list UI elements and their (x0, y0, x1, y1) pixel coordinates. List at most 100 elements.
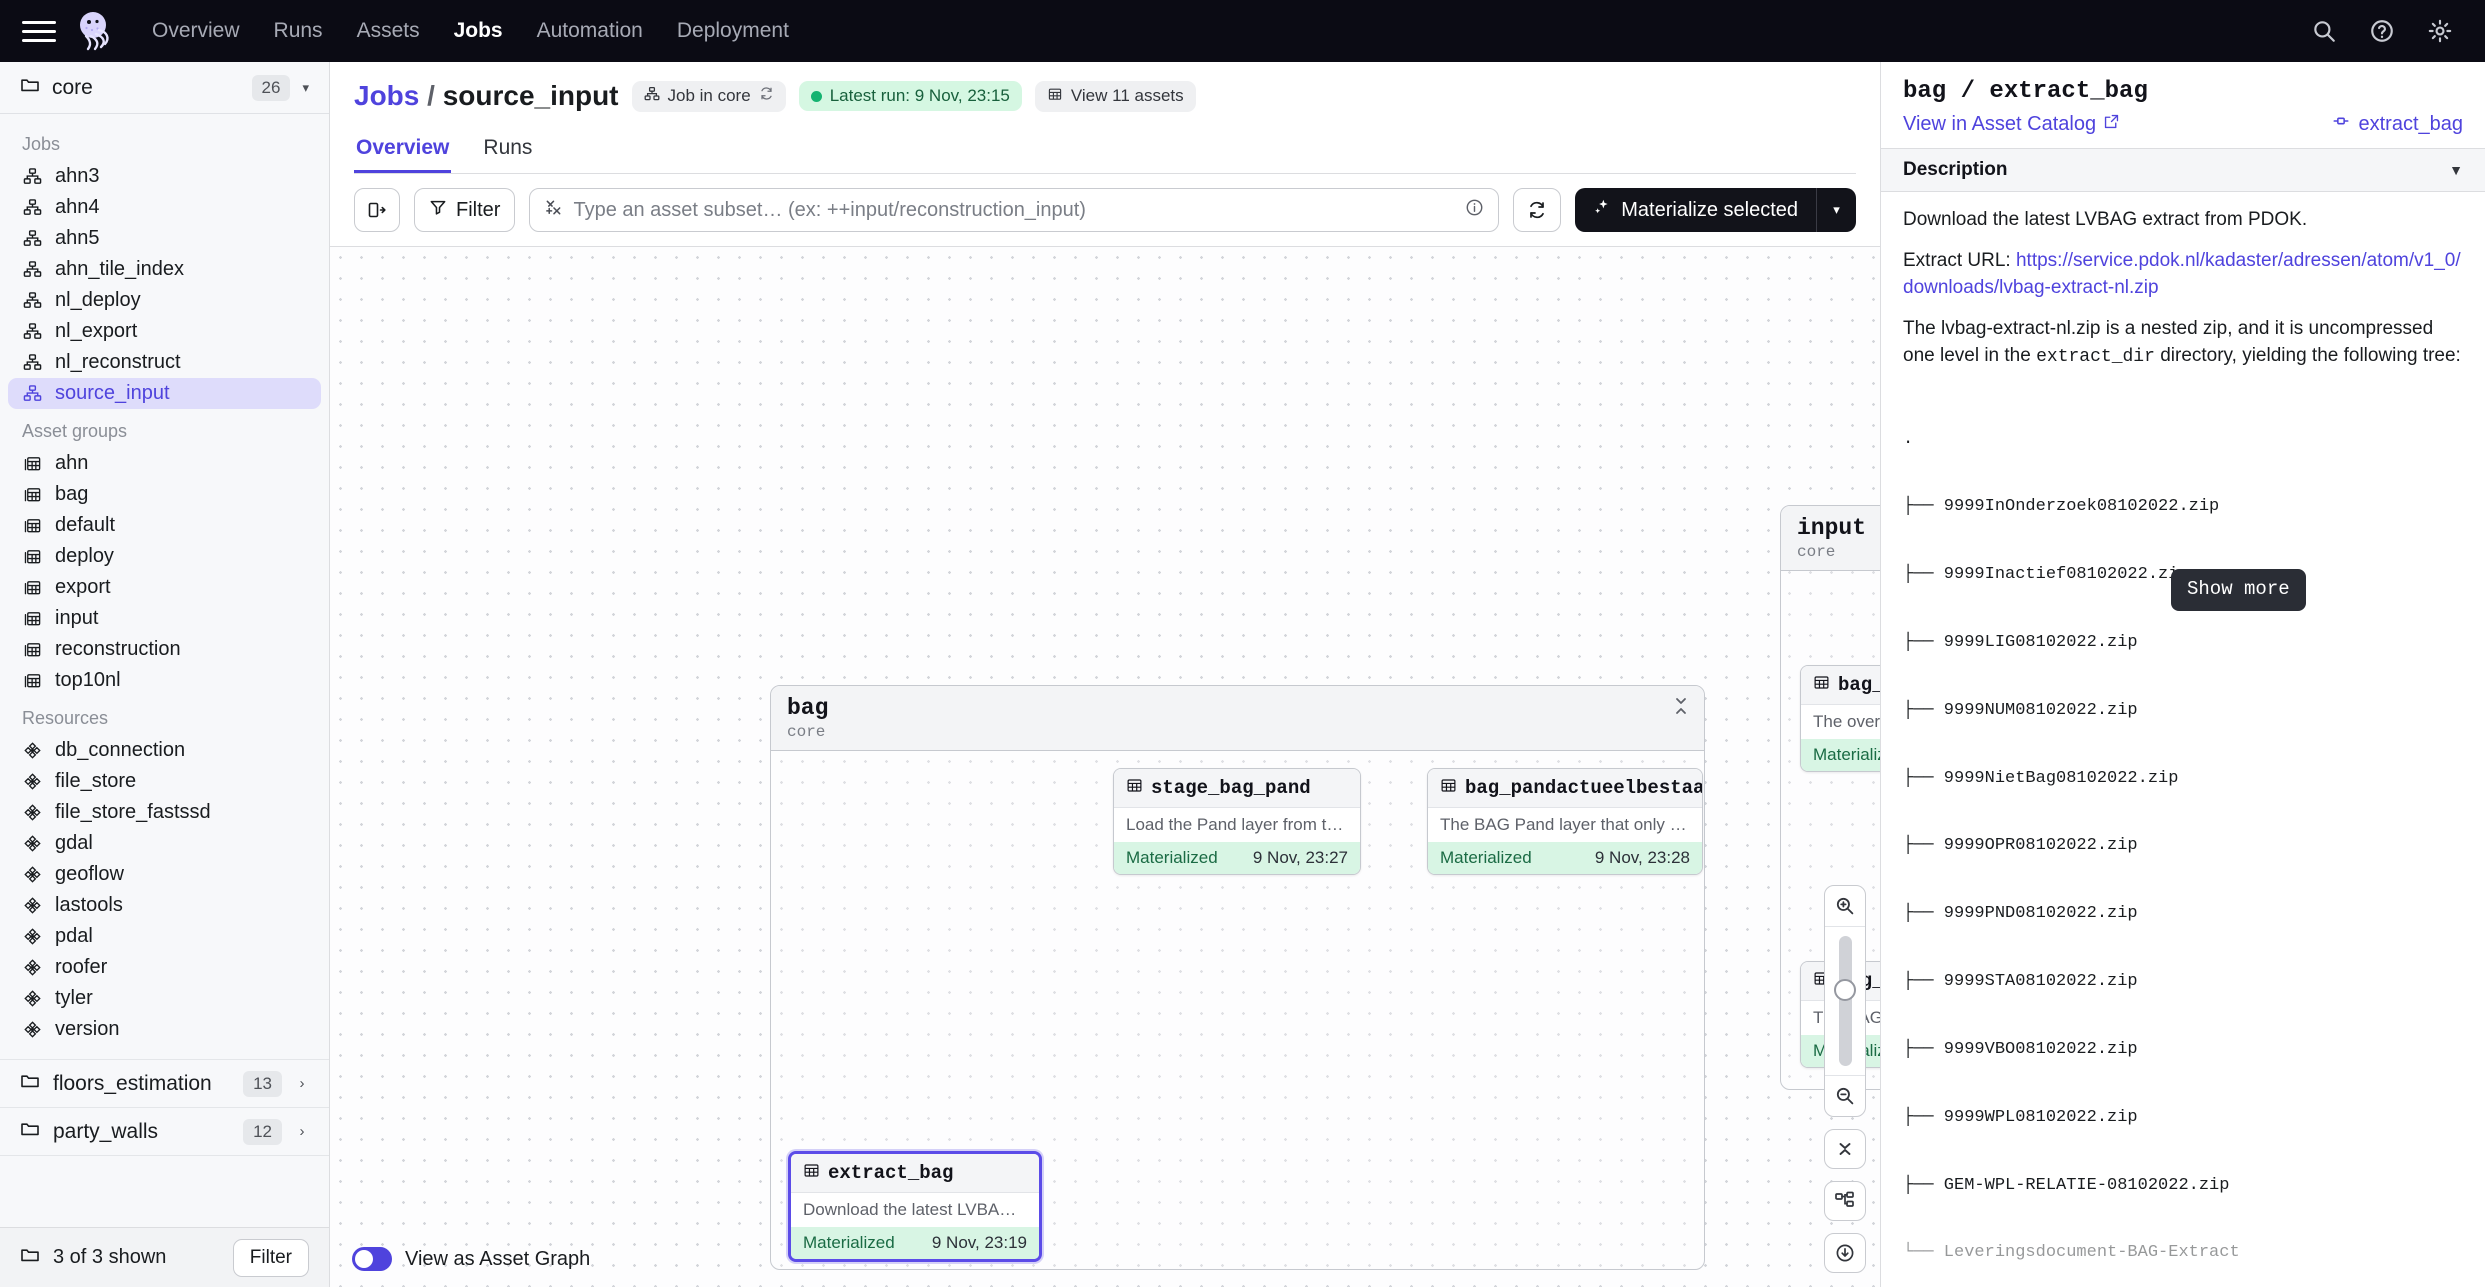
materialize-dropdown-caret[interactable]: ▾ (1816, 188, 1856, 232)
zoom-slider-knob[interactable] (1834, 979, 1856, 1001)
asset-group-header[interactable]: input core (1781, 506, 1880, 571)
description-tree: . ├── 9999InOnderzoek08102022.zip ├── 99… (1903, 383, 2463, 1287)
extract-url-link[interactable]: https://service.pdok.nl/kadaster/adresse… (1903, 250, 2461, 299)
asset-subset-search[interactable] (529, 188, 1500, 232)
sidebar-item-deploy[interactable]: deploy (0, 541, 329, 572)
collapse-icon[interactable] (1674, 695, 1688, 720)
tree-line: ├── 9999WPL08102022.zip (1903, 1107, 2138, 1127)
resource-icon (22, 803, 42, 823)
job-icon (22, 198, 42, 218)
search-input[interactable] (573, 198, 1456, 222)
sidebar-item-label: export (55, 576, 111, 598)
breadcrumb-jobs-link[interactable]: Jobs (354, 80, 419, 111)
sidebar-item-file-store-fastssd[interactable]: file_store_fastssd (0, 797, 329, 828)
download-icon[interactable] (1824, 1233, 1866, 1273)
view-toggle-label: View as Asset Graph (405, 1247, 591, 1270)
asset-node-stage-bag-pand[interactable]: stage_bag_pand Load the Pand layer from … (1113, 768, 1361, 875)
asset-group-icon (22, 671, 42, 691)
sidebar-item-pdal[interactable]: pdal (0, 921, 329, 952)
asset-graph-canvas[interactable]: bag core input core stage_bag_pand Load … (330, 247, 1880, 1287)
sidebar-item-file-store[interactable]: file_store (0, 766, 329, 797)
zoom-slider[interactable] (1825, 926, 1865, 1076)
external-link-icon[interactable] (2103, 112, 2120, 136)
op-name-link[interactable]: extract_bag (2332, 112, 2463, 136)
sidebar-folder-count: 12 (243, 1118, 282, 1145)
sidebar-filter-button[interactable]: Filter (232, 1238, 309, 1277)
view-as-asset-graph-toggle[interactable]: View as Asset Graph (352, 1247, 590, 1271)
asset-node-extract-bag[interactable]: extract_bag Download the latest LVBAG ex… (788, 1151, 1042, 1262)
collapse-all-icon[interactable] (1824, 1129, 1866, 1169)
sidebar-item-ahn[interactable]: ahn (0, 448, 329, 479)
sidebar-item-gdal[interactable]: gdal (0, 828, 329, 859)
sidebar-item-label: deploy (55, 545, 114, 567)
sidebar-item-tyler[interactable]: tyler (0, 983, 329, 1014)
sidebar-item-version[interactable]: version (0, 1014, 329, 1045)
sidebar-item-ahn4[interactable]: ahn4 (0, 192, 329, 223)
toggle-switch[interactable] (352, 1247, 392, 1271)
dagster-logo[interactable] (72, 8, 118, 54)
refresh-graph-button[interactable] (1513, 188, 1562, 232)
asset-group-header[interactable]: bag core (771, 686, 1704, 751)
search-icon[interactable] (2309, 16, 2339, 46)
view-in-asset-catalog-link[interactable]: View in Asset Catalog (1903, 113, 2096, 136)
sidebar-item-export[interactable]: export (0, 572, 329, 603)
tab-overview[interactable]: Overview (354, 130, 451, 173)
sidebar-folder-floors-estimation[interactable]: floors_estimation 13 › (0, 1059, 329, 1107)
sidebar-item-ahn-tile-index[interactable]: ahn_tile_index (0, 254, 329, 285)
sidebar-item-bag[interactable]: bag (0, 479, 329, 510)
job-location-pill[interactable]: Job in core (631, 80, 786, 112)
sidebar-item-input[interactable]: input (0, 603, 329, 634)
tab-runs[interactable]: Runs (481, 130, 534, 173)
sidebar-item-nl-export[interactable]: nl_export (0, 316, 329, 347)
hamburger-menu-icon[interactable] (22, 14, 56, 48)
expand-panel-button[interactable] (354, 188, 400, 232)
magnify-plus-icon[interactable] (1825, 886, 1865, 926)
nav-link-runs[interactable]: Runs (272, 13, 325, 49)
code-location-header[interactable]: core 26 ▾ (0, 62, 329, 114)
asset-node-bag-bag-overlap[interactable]: bag_bag_overlap The overlap between BAG … (1800, 665, 1880, 772)
nav-link-overview[interactable]: Overview (150, 13, 242, 49)
chevron-right-icon[interactable]: › (295, 1123, 309, 1140)
sidebar-item-source-input[interactable]: source_input (8, 378, 321, 409)
sidebar-folder-party-walls[interactable]: party_walls 12 › (0, 1107, 329, 1155)
sidebar-item-reconstruction[interactable]: reconstruction (0, 634, 329, 665)
view-assets-pill[interactable]: View 11 assets (1034, 80, 1196, 112)
show-more-button[interactable]: Show more (2171, 569, 2306, 611)
sidebar-item-label: top10nl (55, 669, 121, 691)
sidebar-item-geoflow[interactable]: geoflow (0, 859, 329, 890)
refresh-icon[interactable] (759, 86, 774, 106)
description-body: Download the latest LVBAG extract from P… (1881, 192, 2485, 1287)
graph-layout-icon[interactable] (1824, 1181, 1866, 1221)
materialize-selected-button[interactable]: Materialize selected (1575, 188, 1816, 232)
gear-icon[interactable] (2425, 16, 2455, 46)
sidebar-item-nl-reconstruct[interactable]: nl_reconstruct (0, 347, 329, 378)
help-circle-icon[interactable] (2367, 16, 2397, 46)
asset-node-bag-pandactueelbestaand[interactable]: bag_pandactueelbestaand The BAG Pand lay… (1427, 768, 1703, 875)
info-circle-icon[interactable] (1465, 198, 1484, 223)
sidebar-item-top10nl[interactable]: top10nl (0, 665, 329, 696)
sidebar-item-ahn3[interactable]: ahn3 (0, 161, 329, 192)
description-section-header[interactable]: Description ▼ (1881, 148, 2485, 192)
sidebar-item-ahn5[interactable]: ahn5 (0, 223, 329, 254)
sidebar-item-nl-deploy[interactable]: nl_deploy (0, 285, 329, 316)
sidebar-section-asset-groups-label: Asset groups (22, 421, 128, 441)
zoom-slider-track (1838, 936, 1852, 1066)
asset-node-status-label: Materialized (1813, 745, 1880, 764)
sidebar-item-roofer[interactable]: roofer (0, 952, 329, 983)
sidebar-item-default[interactable]: default (0, 510, 329, 541)
chevron-right-icon[interactable]: › (295, 1075, 309, 1092)
sidebar-item-lastools[interactable]: lastools (0, 890, 329, 921)
folder-icon (20, 1071, 40, 1097)
nav-link-jobs[interactable]: Jobs (452, 13, 505, 49)
nav-link-deployment[interactable]: Deployment (675, 13, 791, 49)
latest-run-pill[interactable]: Latest run: 9 Nov, 23:15 (798, 81, 1022, 111)
filter-button[interactable]: Filter (414, 188, 516, 232)
asset-group-icon (22, 454, 42, 474)
magnify-minus-icon[interactable] (1825, 1076, 1865, 1116)
sidebar-folder-label: party_walls (53, 1119, 159, 1143)
nav-link-assets[interactable]: Assets (355, 13, 422, 49)
chevron-down-icon[interactable]: ▼ (2449, 162, 2463, 178)
nav-link-automation[interactable]: Automation (535, 13, 645, 49)
sidebar-item-db-connection[interactable]: db_connection (0, 735, 329, 766)
chevron-down-icon[interactable]: ▾ (302, 80, 309, 96)
